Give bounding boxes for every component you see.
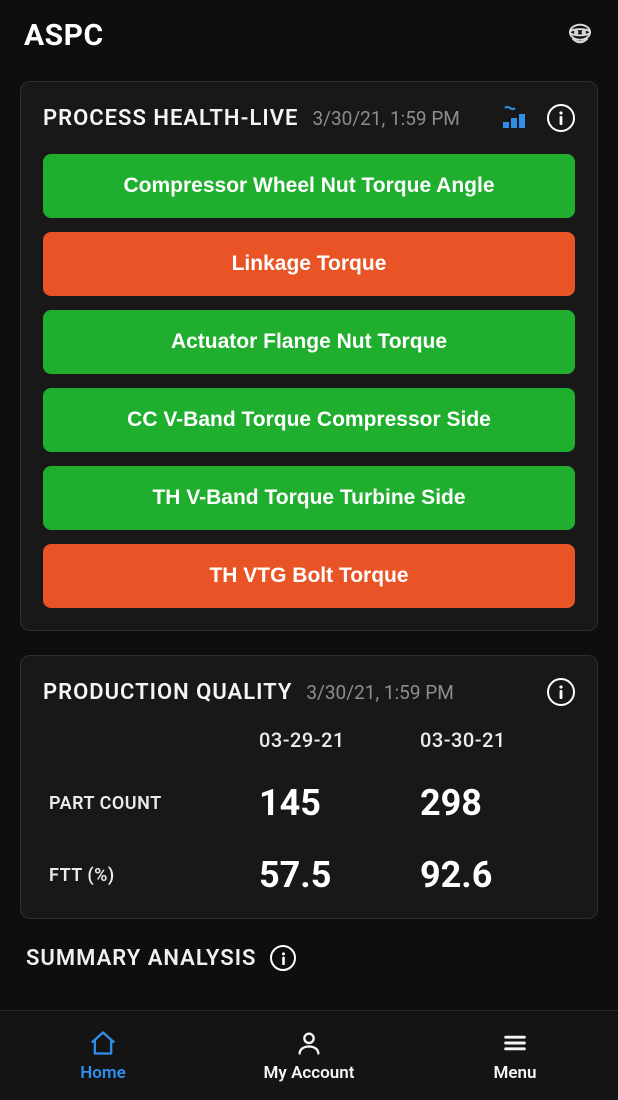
summary-analysis-title: SUMMARY ANALYSIS (26, 946, 256, 971)
nav-label: Menu (493, 1063, 536, 1083)
nav-menu[interactable]: Menu (445, 1029, 585, 1083)
table-cell: 92.6 (420, 854, 575, 896)
process-item[interactable]: TH VTG Bolt Torque (43, 544, 575, 608)
table-col-header: 03-29-21 (259, 728, 414, 752)
process-item[interactable]: CC V-Band Torque Compressor Side (43, 388, 575, 452)
info-icon[interactable] (270, 945, 296, 971)
production-quality-table: 03-29-21 03-30-21 PART COUNT 145 298 FTT… (43, 728, 575, 896)
app-header: ASPC (0, 0, 618, 71)
production-quality-icons (547, 678, 575, 706)
process-item[interactable]: Actuator Flange Nut Torque (43, 310, 575, 374)
factory-icon[interactable] (503, 104, 531, 132)
process-item[interactable]: TH V-Band Torque Turbine Side (43, 466, 575, 530)
info-icon[interactable] (547, 678, 575, 706)
table-row-label: FTT (%) (43, 865, 253, 886)
table-col-header: 03-30-21 (420, 728, 575, 752)
menu-icon (501, 1029, 529, 1057)
production-quality-title: PRODUCTION QUALITY (43, 680, 292, 705)
production-quality-card: PRODUCTION QUALITY 3/30/21, 1:59 PM 03-2… (20, 655, 598, 919)
nav-account[interactable]: My Account (239, 1029, 379, 1083)
process-health-icons (503, 104, 575, 132)
process-item[interactable]: Compressor Wheel Nut Torque Angle (43, 154, 575, 218)
app-root: ASPC PROCESS HEALTH-LIVE 3/30/21, 1:59 P… (0, 0, 618, 1100)
account-icon (295, 1029, 323, 1057)
nav-home[interactable]: Home (33, 1029, 173, 1083)
content-scroll[interactable]: PROCESS HEALTH-LIVE 3/30/21, 1:59 PM (0, 71, 618, 1010)
info-icon[interactable] (547, 104, 575, 132)
bot-icon[interactable] (564, 20, 596, 52)
app-title: ASPC (24, 18, 104, 53)
nav-label: My Account (264, 1063, 355, 1083)
nav-label: Home (80, 1063, 126, 1083)
home-icon (89, 1029, 117, 1057)
process-health-title: PROCESS HEALTH-LIVE (43, 106, 298, 131)
table-cell: 145 (259, 782, 414, 824)
table-cell: 298 (420, 782, 575, 824)
process-health-timestamp: 3/30/21, 1:59 PM (312, 107, 489, 130)
process-health-header: PROCESS HEALTH-LIVE 3/30/21, 1:59 PM (43, 104, 575, 132)
table-cell: 57.5 (259, 854, 414, 896)
process-list: Compressor Wheel Nut Torque Angle Linkag… (43, 154, 575, 608)
summary-analysis-header: SUMMARY ANALYSIS (20, 943, 598, 971)
production-quality-timestamp: 3/30/21, 1:59 PM (306, 681, 533, 704)
process-health-card: PROCESS HEALTH-LIVE 3/30/21, 1:59 PM (20, 81, 598, 631)
table-row-label: PART COUNT (43, 793, 253, 814)
production-quality-header: PRODUCTION QUALITY 3/30/21, 1:59 PM (43, 678, 575, 706)
process-item[interactable]: Linkage Torque (43, 232, 575, 296)
bottom-nav: Home My Account Menu (0, 1010, 618, 1100)
